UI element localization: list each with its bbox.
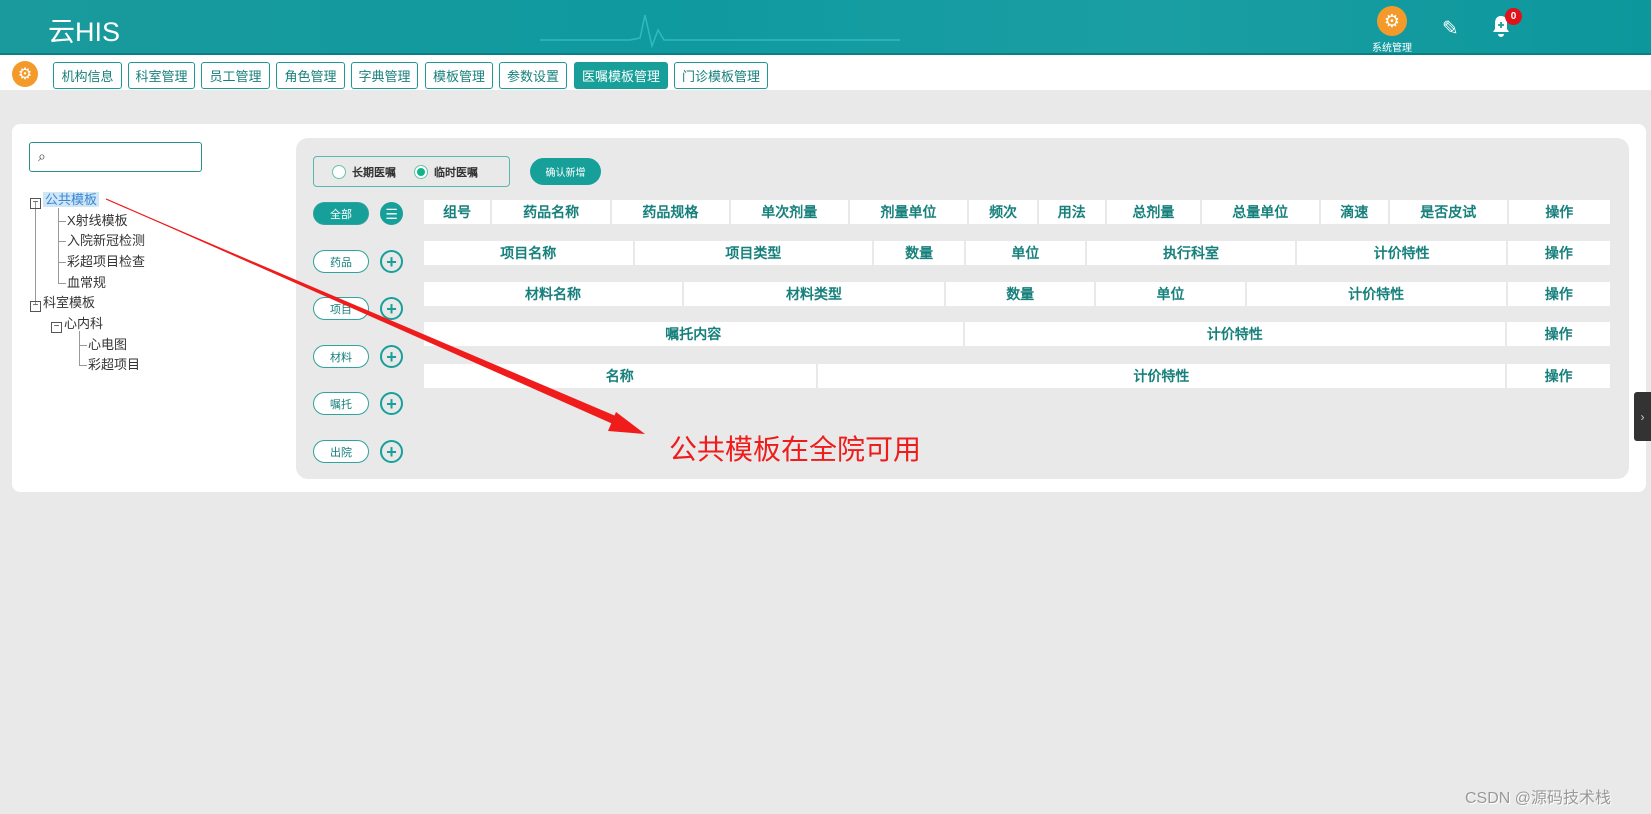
column-header: 用法 — [1038, 200, 1105, 224]
column-header: 剂量单位 — [849, 200, 968, 224]
column-header: 是否皮试 — [1389, 200, 1507, 224]
nav-org-info[interactable]: 机构信息 — [53, 62, 122, 89]
system-management-label: 系统管理 — [1372, 43, 1412, 54]
nav-template-mgmt[interactable]: 模板管理 — [425, 62, 493, 89]
category-instruction[interactable]: 嘱托 — [313, 392, 369, 415]
column-header: 计价特性 — [1246, 282, 1506, 306]
tree-node-public[interactable]: − 公共模板 — [30, 190, 100, 210]
category-drug[interactable]: 药品 — [313, 250, 369, 273]
column-header: 项目类型 — [634, 241, 873, 265]
tree-leaf[interactable]: 血常规 — [67, 273, 106, 293]
discharge-table-header: 名称 计价特性 操作 — [424, 364, 1610, 388]
radio-temporary[interactable]: 临时医嘱 — [414, 164, 478, 180]
tree-leaf[interactable]: 彩超项目 — [88, 355, 140, 375]
column-header: 总量单位 — [1201, 200, 1319, 224]
column-header: 单位 — [965, 241, 1085, 265]
category-all[interactable]: 全部 — [313, 202, 369, 225]
item-table-header: 项目名称 项目类型 数量 单位 执行科室 计价特性 操作 — [424, 241, 1611, 265]
collapse-icon[interactable]: − — [30, 198, 41, 209]
column-header: 数量 — [874, 241, 964, 265]
nav-outpatient-template-mgmt[interactable]: 门诊模板管理 — [674, 62, 768, 89]
column-header: 频次 — [969, 200, 1037, 224]
nav-staff-mgmt[interactable]: 员工管理 — [201, 62, 270, 89]
drug-table-header: 组号 药品名称 药品规格 单次剂量 剂量单位 频次 用法 总剂量 总量单位 滴速… — [424, 200, 1610, 224]
column-header: 药品名称 — [492, 200, 610, 224]
column-header: 操作 — [1507, 282, 1611, 306]
column-header: 嘱托内容 — [424, 322, 963, 346]
add-item-icon[interactable]: + — [380, 297, 403, 320]
app-header: 云HIS ⚙ 系统管理 ✎ 0 — [0, 0, 1651, 55]
column-header: 操作 — [1507, 241, 1611, 265]
add-instruction-icon[interactable]: + — [380, 392, 403, 415]
column-header: 数量 — [946, 282, 1095, 306]
column-header: 操作 — [1508, 200, 1610, 224]
nav-role-mgmt[interactable]: 角色管理 — [276, 62, 345, 89]
column-header: 单次剂量 — [730, 200, 848, 224]
ecg-decoration — [540, 14, 900, 49]
nav-order-template-mgmt[interactable]: 医嘱模板管理 — [574, 62, 668, 89]
confirm-add-button[interactable]: 确认新增 — [530, 158, 601, 185]
gear-icon: ⚙ — [1377, 6, 1407, 36]
template-editor-panel — [296, 138, 1629, 479]
column-header: 材料类型 — [683, 282, 945, 306]
nav-dict-mgmt[interactable]: 字典管理 — [351, 62, 418, 89]
tree-node-dept[interactable]: − 科室模板 — [30, 293, 95, 313]
add-discharge-icon[interactable]: + — [380, 440, 403, 463]
edit-pencil-icon[interactable]: ✎ — [1442, 16, 1459, 41]
column-header: 滴速 — [1320, 200, 1388, 224]
column-header: 药品规格 — [612, 200, 729, 224]
menu-list-icon[interactable]: ☰ — [380, 202, 403, 225]
notification-badge: 0 — [1505, 8, 1522, 25]
search-icon: ⌕ — [38, 148, 46, 164]
nav-param-settings[interactable]: 参数设置 — [499, 62, 567, 89]
column-header: 总剂量 — [1106, 200, 1200, 224]
nav-dept-mgmt[interactable]: 科室管理 — [128, 62, 195, 89]
annotation-text: 公共模板在全院可用 — [669, 434, 922, 465]
add-material-icon[interactable]: + — [380, 345, 403, 368]
column-header: 计价特性 — [964, 322, 1506, 346]
tree-search-input[interactable]: ⌕ — [29, 142, 202, 172]
category-item[interactable]: 项目 — [313, 297, 369, 320]
column-header: 执行科室 — [1086, 241, 1296, 265]
column-header: 操作 — [1507, 364, 1610, 388]
column-header: 操作 — [1507, 322, 1610, 346]
add-drug-icon[interactable]: + — [380, 250, 403, 273]
order-type-radio-group: 长期医嘱 临时医嘱 — [313, 156, 510, 187]
radio-long-term[interactable]: 长期医嘱 — [332, 164, 396, 180]
category-discharge[interactable]: 出院 — [313, 440, 369, 463]
tree-leaf[interactable]: 心电图 — [88, 335, 127, 355]
column-header: 名称 — [424, 364, 816, 388]
column-header: 计价特性 — [1297, 241, 1506, 265]
column-header: 项目名称 — [424, 241, 633, 265]
system-management-button[interactable]: ⚙ 系统管理 — [1370, 6, 1414, 54]
expand-side-tab[interactable]: › — [1634, 392, 1651, 441]
instruction-table-header: 嘱托内容 计价特性 操作 — [424, 322, 1610, 346]
column-header: 单位 — [1096, 282, 1245, 306]
tree-leaf[interactable]: 彩超项目检查 — [67, 252, 145, 272]
column-header: 计价特性 — [817, 364, 1506, 388]
column-header: 组号 — [424, 200, 491, 224]
tree-leaf[interactable]: X射线模板 — [67, 211, 128, 231]
watermark: CSDN @源码技术栈 — [1465, 790, 1612, 807]
column-header: 材料名称 — [424, 282, 682, 306]
material-table-header: 材料名称 材料类型 数量 单位 计价特性 操作 — [424, 282, 1611, 306]
tree-node-cardio[interactable]: − 心内科 — [51, 314, 103, 334]
app-logo: 云HIS — [48, 17, 121, 47]
collapse-icon[interactable]: − — [30, 301, 41, 312]
settings-gear-icon[interactable]: ⚙ — [12, 61, 38, 87]
tree-leaf[interactable]: 入院新冠检测 — [67, 231, 145, 251]
category-material[interactable]: 材料 — [313, 345, 369, 368]
collapse-icon[interactable]: − — [51, 322, 62, 333]
